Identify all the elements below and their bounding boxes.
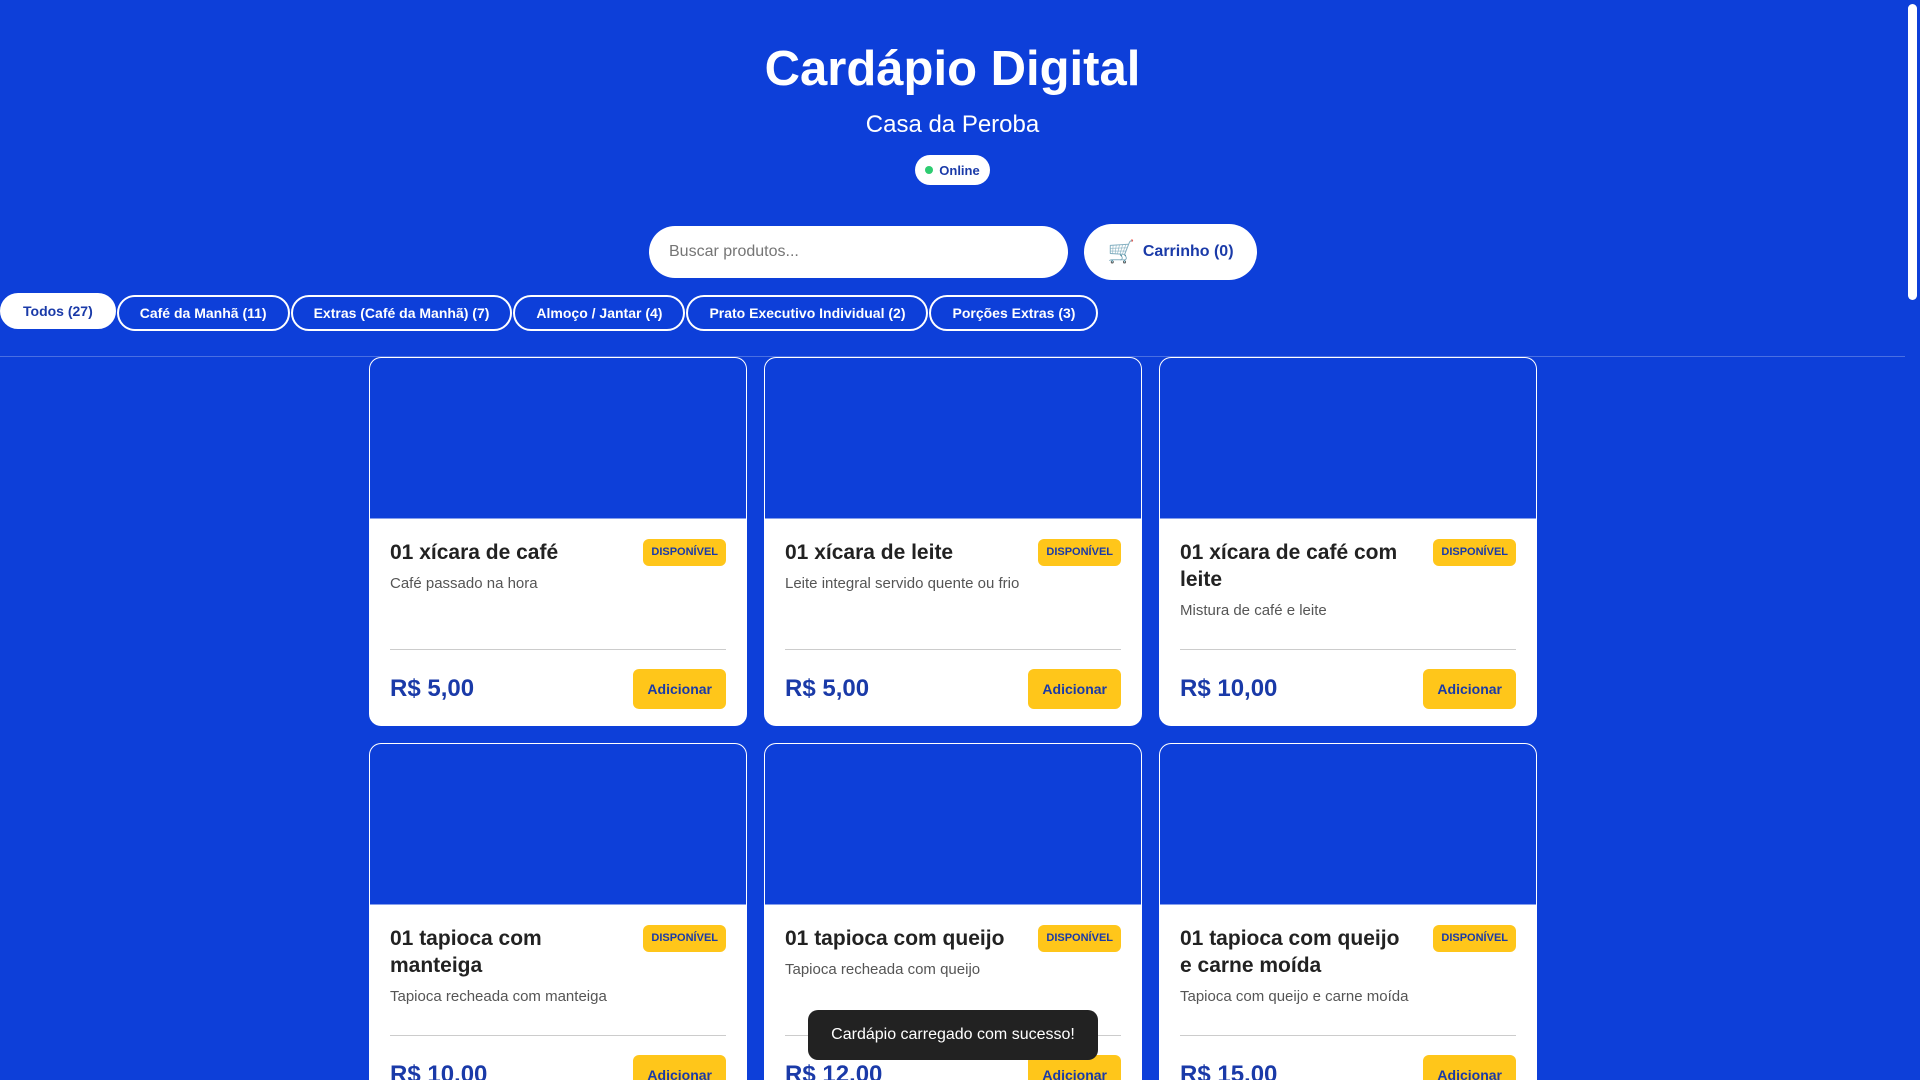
category-tabs: Todos (27) Café da Manhã (11) Extras (Ca… (0, 293, 1099, 332)
availability-badge: DISPONÍVEL (1433, 925, 1516, 952)
product-description: Tapioca recheada com queijo (785, 961, 981, 978)
online-dot-icon (925, 166, 934, 174)
product-name: 01 tapioca com queijo (785, 927, 1005, 950)
product-description: Tapioca com queijo e carne moída (1180, 988, 1409, 1005)
product-description: Café passado na hora (390, 575, 538, 592)
tab-label: Café da Manhã (11) (139, 305, 267, 321)
status-label: Online (939, 162, 980, 178)
availability-badge: DISPONÍVEL (1038, 539, 1121, 566)
product-image (765, 744, 1141, 905)
scrollbar-thumb[interactable] (1908, 4, 1917, 300)
availability-badge: DISPONÍVEL (1038, 925, 1121, 952)
product-name: 01 xícara de leite (785, 541, 954, 564)
add-to-cart-button[interactable]: Adicionar (633, 1054, 726, 1080)
product-image (1160, 744, 1536, 905)
product-price: R$ 10,00 (390, 1060, 488, 1080)
availability-badge: DISPONÍVEL (643, 925, 726, 952)
restaurant-name: Casa da Peroba (865, 111, 1040, 138)
header: Cardápio Digital Casa da Peroba Online (0, 0, 1905, 185)
availability-badge: DISPONÍVEL (1433, 539, 1516, 566)
vertical-scrollbar[interactable] (1905, 0, 1920, 1080)
search-input[interactable] (649, 226, 1068, 278)
tab-label: Prato Executivo Individual (2) (709, 305, 906, 321)
tab-prato-executivo[interactable]: Prato Executivo Individual (2) (686, 295, 929, 331)
product-name: 01 xícara de café (390, 541, 559, 564)
product-grid: 01 xícara de café DISPONÍVEL Café passad… (369, 357, 1537, 1080)
product-price: R$ 10,00 (1180, 674, 1278, 702)
tab-label: Porções Extras (3) (952, 305, 1076, 321)
toast-notification: Cardápio carregado com sucesso! (808, 1010, 1098, 1060)
product-price: R$ 12,00 (785, 1060, 883, 1080)
product-image (370, 358, 746, 519)
search-row: 🛒 Carrinho (0) (0, 224, 1905, 280)
shopping-cart-icon: 🛒 (1107, 239, 1135, 264)
product-price: R$ 5,00 (390, 674, 475, 702)
cart-button[interactable]: 🛒 Carrinho (0) (1084, 224, 1257, 280)
tab-porcoes-extras[interactable]: Porções Extras (3) (929, 295, 1099, 331)
product-name: 01 xícara de café com leite (1180, 541, 1398, 591)
tab-label: Almoço / Jantar (4) (536, 305, 663, 321)
page: Cardápio Digital Casa da Peroba Online 🛒… (0, 0, 1905, 1080)
status-badge: Online (915, 155, 990, 185)
product-image (765, 358, 1141, 519)
product-description: Tapioca recheada com manteiga (390, 988, 607, 1005)
tab-cafe-da-manha[interactable]: Café da Manhã (11) (116, 295, 290, 331)
add-to-cart-button[interactable]: Adicionar (633, 668, 726, 709)
product-description: Leite integral servido quente ou frio (785, 575, 1020, 592)
cart-label: Carrinho (0) (1142, 243, 1234, 260)
add-to-cart-button[interactable]: Adicionar (1423, 1054, 1516, 1080)
product-card: 01 xícara de leite DISPONÍVEL Leite inte… (764, 357, 1142, 726)
product-card: 01 xícara de café DISPONÍVEL Café passad… (369, 357, 747, 726)
tab-todos[interactable]: Todos (27) (0, 293, 116, 329)
product-name: 01 tapioca com queijo e carne moída (1180, 927, 1400, 977)
product-price: R$ 5,00 (785, 674, 870, 702)
tab-almoco-jantar[interactable]: Almoço / Jantar (4) (513, 295, 686, 331)
add-to-cart-button[interactable]: Adicionar (1423, 668, 1516, 709)
product-card: 01 xícara de café com leite DISPONÍVEL M… (1159, 357, 1537, 726)
tab-label: Todos (27) (23, 303, 93, 319)
product-image (1160, 358, 1536, 519)
product-image (370, 744, 746, 905)
tab-extras-cafe-da-manha[interactable]: Extras (Café da Manhã) (7) (290, 295, 513, 331)
product-description: Mistura de café e leite (1180, 602, 1327, 619)
add-to-cart-button[interactable]: Adicionar (1028, 668, 1121, 709)
availability-badge: DISPONÍVEL (643, 539, 726, 566)
tab-label: Extras (Café da Manhã) (7) (313, 305, 490, 321)
page-title: Cardápio Digital (764, 42, 1141, 96)
product-price: R$ 15,00 (1180, 1060, 1278, 1080)
product-card: 01 tapioca com manteiga DISPONÍVEL Tapio… (369, 743, 747, 1080)
product-name: 01 tapioca com manteiga (390, 927, 542, 977)
product-card: 01 tapioca com queijo e carne moída DISP… (1159, 743, 1537, 1080)
